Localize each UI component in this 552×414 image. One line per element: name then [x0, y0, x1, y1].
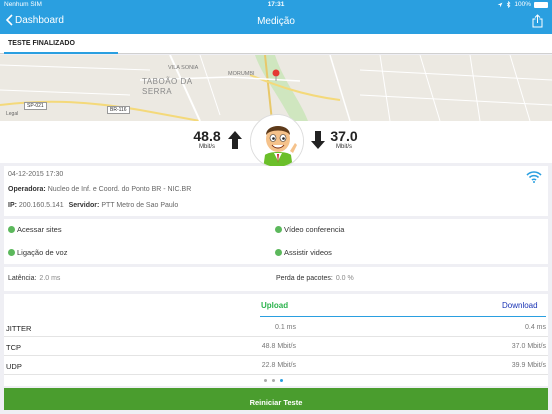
service-assistir-videos: Assistir videos: [275, 248, 332, 257]
download-speed: 48.8 Mbit/s: [192, 128, 222, 150]
map-pin-icon: [272, 69, 280, 81]
status-ok-icon: [8, 249, 15, 256]
row-upload-value: 0.1 ms: [274, 324, 296, 331]
operator-value: Nucleo de Inf. e Coord. do Ponto BR - NI…: [47, 186, 192, 193]
packet-loss-row: Perda de pacotes: 0.0 %: [276, 275, 354, 282]
ip-label: IP:: [8, 202, 17, 209]
download-header: Download: [502, 301, 538, 310]
upload-unit: Mbit/s: [335, 144, 352, 150]
speed-results: 48.8 Mbit/s 37.0 Mbit/s: [0, 114, 552, 168]
page-dot[interactable]: [272, 379, 275, 382]
map-canvas: [0, 55, 552, 121]
map-label-morumbi: MORUMBI: [228, 71, 255, 77]
service-acessar-sites: Acessar sites: [8, 225, 62, 234]
ip-row: IP: 200.160.5.141 Servidor: PTT Metro de…: [8, 202, 178, 209]
row-upload-value: 48.8 Mbit/s: [261, 343, 296, 350]
services-card: Acessar sites Vídeo conferencia Ligação …: [4, 219, 548, 264]
operator-row: Operadora: Nucleo de Inf. e Coord. do Po…: [8, 186, 191, 193]
restart-test-button[interactable]: Reiniciar Teste: [4, 388, 548, 410]
battery-icon: [534, 1, 548, 8]
packet-loss-label: Perda de pacotes:: [276, 275, 333, 282]
map-legal-link[interactable]: Legal: [6, 111, 18, 117]
status-right: 100%: [497, 1, 548, 8]
map-label-sp021: SP-021: [24, 102, 47, 110]
service-ligacao-voz: Ligação de voz: [8, 248, 67, 257]
page-title: Medição: [257, 16, 295, 27]
map-label-vila-sonia: VILA SONIA: [168, 65, 199, 71]
table-row: TCP 48.8 Mbit/s 37.0 Mbit/s: [4, 338, 548, 356]
page-dot-active[interactable]: [280, 379, 283, 382]
upload-speed: 37.0 Mbit/s: [328, 128, 360, 150]
upload-header: Upload: [261, 301, 289, 310]
map-view[interactable]: VILA SONIA MORUMBI TABOÃO DA SERRA SP-02…: [0, 55, 552, 121]
navigation-bar: Dashboard Medição: [0, 10, 552, 34]
tab-bar: TESTE FINALIZADO: [0, 34, 552, 54]
download-value: 48.8: [193, 128, 221, 144]
status-ok-icon: [8, 226, 15, 233]
header-divider: [260, 316, 546, 317]
tab-teste-finalizado[interactable]: TESTE FINALIZADO: [4, 34, 118, 54]
upload-value: 37.0: [330, 128, 358, 144]
latency-row: Latência: 2.0 ms: [8, 275, 60, 282]
latency-value: 2.0 ms: [39, 275, 61, 282]
table-row: UDP 22.8 Mbit/s 39.9 Mbit/s: [4, 357, 548, 375]
page-dot[interactable]: [264, 379, 267, 382]
map-label-br116: BR-116: [107, 106, 130, 114]
operator-label: Operadora:: [8, 186, 46, 193]
latency-label: Latência:: [8, 275, 37, 282]
row-download-value: 37.0 Mbit/s: [511, 343, 546, 350]
service-video-conferencia: Vídeo conferencia: [275, 225, 344, 234]
service-label: Vídeo conferencia: [284, 225, 345, 234]
table-row: JITTER 0.1 ms 0.4 ms: [4, 319, 548, 337]
test-datetime: 04-12-2015 17:30: [8, 171, 64, 178]
service-label: Acessar sites: [17, 225, 62, 234]
row-download-value: 39.9 Mbit/s: [511, 362, 546, 369]
server-label: Servidor:: [68, 202, 100, 209]
wifi-icon: [526, 171, 542, 183]
row-upload-value: 22.8 Mbit/s: [261, 362, 296, 369]
page-indicator[interactable]: [264, 379, 283, 382]
bluetooth-icon: [507, 1, 511, 8]
row-download-value: 0.4 ms: [524, 324, 546, 331]
ip-value: 200.160.5.141: [18, 202, 64, 209]
battery-percent: 100%: [514, 1, 531, 8]
status-bar: Nenhum SIM 17:31 100%: [0, 0, 552, 10]
arrow-up-icon: [228, 131, 242, 149]
location-icon: [497, 2, 503, 7]
status-ok-icon: [275, 226, 282, 233]
status-ok-icon: [275, 249, 282, 256]
avatar: [250, 114, 304, 168]
mascot-icon: [251, 115, 303, 167]
download-unit: Mbit/s: [198, 144, 215, 150]
details-table: Upload Download JITTER 0.1 ms 0.4 ms TCP…: [4, 294, 548, 386]
packet-loss-value: 0.0 %: [335, 275, 354, 282]
server-value: PTT Metro de Sao Paulo: [101, 202, 179, 209]
arrow-down-icon: [311, 131, 325, 149]
share-button[interactable]: [532, 14, 543, 33]
info-card: 04-12-2015 17:30 Operadora: Nucleo de In…: [4, 166, 548, 216]
service-label: Ligação de voz: [17, 248, 68, 257]
service-label: Assistir videos: [284, 248, 332, 257]
clock: 17:31: [267, 1, 285, 8]
map-label-taboao: TABOÃO DA SERRA: [142, 77, 193, 96]
share-icon: [532, 14, 543, 28]
stats-card: Latência: 2.0 ms Perda de pacotes: 0.0 %: [4, 267, 548, 291]
